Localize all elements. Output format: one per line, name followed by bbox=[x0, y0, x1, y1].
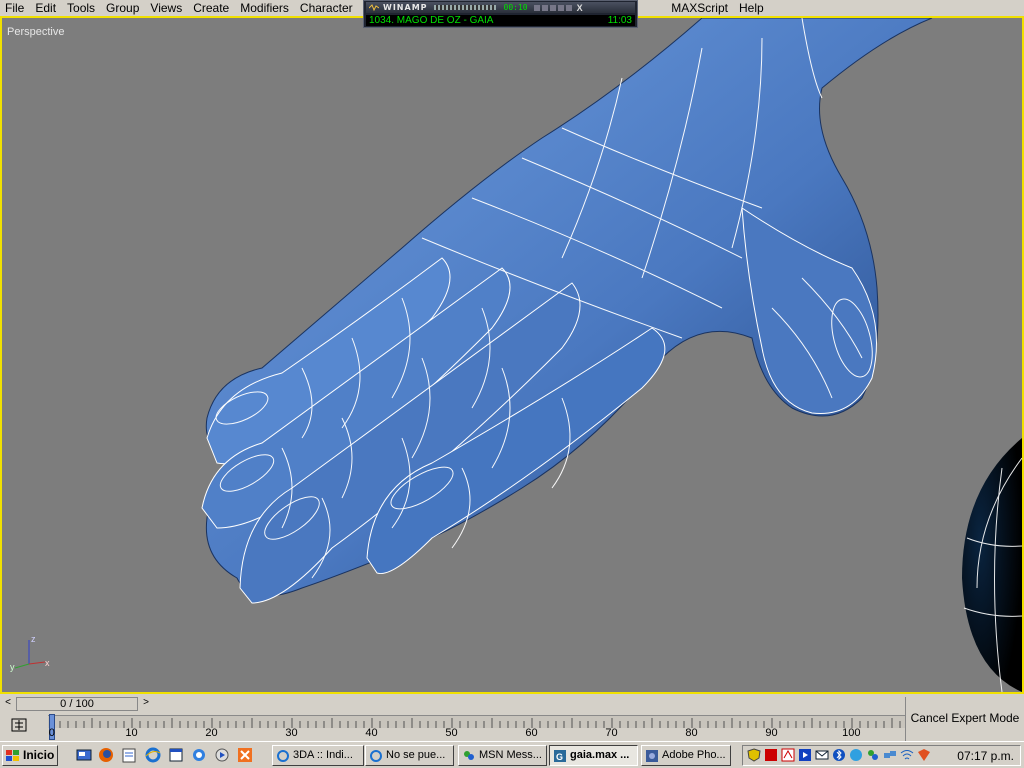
winamp-controls bbox=[533, 4, 574, 11]
axis-x-label: x bbox=[45, 658, 50, 668]
winamp-track-duration: 11:03 bbox=[607, 15, 632, 26]
winamp-player[interactable]: WINAMP 00:10 X 1034. MAGO DE OZ - GAIA 1… bbox=[363, 0, 638, 28]
time-slider: < 0 / 100 > bbox=[0, 695, 905, 713]
start-label: Inicio bbox=[23, 748, 55, 762]
3dsmax-icon: G bbox=[554, 749, 566, 762]
tray-security-icon[interactable] bbox=[917, 748, 931, 762]
time-slider-next-button[interactable]: > bbox=[140, 697, 152, 709]
frame-tick-label: 70 bbox=[605, 727, 618, 739]
menu-tools[interactable]: Tools bbox=[62, 0, 101, 16]
winamp-titlebar[interactable]: WINAMP 00:10 X bbox=[366, 2, 635, 13]
time-slider-thumb[interactable]: 0 / 100 bbox=[16, 697, 138, 711]
winamp-close-button[interactable]: X bbox=[577, 3, 583, 13]
frame-tick-label: 80 bbox=[685, 727, 698, 739]
messenger-icon[interactable] bbox=[191, 747, 207, 763]
play-icon[interactable] bbox=[541, 4, 548, 11]
winamp-logo-icon bbox=[369, 3, 379, 11]
task-3da[interactable]: 3DA :: Indi... bbox=[272, 745, 364, 766]
menu-file[interactable]: File bbox=[0, 0, 30, 16]
tray-network-icon[interactable] bbox=[883, 748, 897, 762]
start-button[interactable]: Inicio bbox=[2, 745, 58, 766]
frame-tick-label: 60 bbox=[525, 727, 538, 739]
frame-tick-label: 10 bbox=[125, 727, 138, 739]
photoshop-icon bbox=[646, 749, 658, 762]
window-icon[interactable] bbox=[168, 747, 184, 763]
firefox-icon[interactable] bbox=[98, 747, 114, 763]
clock: 07:17 p.m. bbox=[957, 749, 1014, 763]
menu-edit[interactable]: Edit bbox=[30, 0, 62, 16]
cancel-expert-mode-button[interactable]: Cancel Expert Mode bbox=[905, 697, 1024, 741]
stop-icon[interactable] bbox=[557, 4, 564, 11]
msn-icon bbox=[464, 750, 474, 760]
menu-create[interactable]: Create bbox=[188, 0, 235, 16]
menu-help[interactable]: Help bbox=[734, 0, 770, 16]
time-slider-prev-button[interactable]: < bbox=[2, 697, 14, 709]
tray-play-icon[interactable] bbox=[798, 748, 812, 762]
system-tray: 07:17 p.m. bbox=[742, 745, 1021, 766]
svg-text:G: G bbox=[556, 752, 563, 762]
menu-views[interactable]: Views bbox=[145, 0, 188, 16]
menu-modifiers[interactable]: Modifiers bbox=[235, 0, 295, 16]
frame-tick-label: 100 bbox=[842, 727, 861, 739]
frame-tick-label: 50 bbox=[445, 727, 458, 739]
frame-tick-label: 90 bbox=[765, 727, 778, 739]
task-msn-messenger[interactable]: MSN Mess... bbox=[458, 745, 547, 766]
axis-tripod-icon: z y x bbox=[10, 634, 50, 672]
menu-character[interactable]: Character bbox=[295, 0, 359, 16]
frame-tick-label: 20 bbox=[205, 727, 218, 739]
task-label: No se pue... bbox=[386, 749, 446, 761]
taskbar: Inicio 3DA :: Indi... No se pue... MSN M… bbox=[0, 741, 1024, 768]
winamp-track-title: 1034. MAGO DE OZ - GAIA bbox=[369, 15, 494, 26]
next-icon[interactable] bbox=[565, 4, 572, 11]
tray-msn-icon[interactable] bbox=[866, 748, 880, 762]
tray-skype-icon[interactable] bbox=[849, 748, 863, 762]
winamp-time: 00:10 bbox=[503, 3, 528, 12]
ie-icon bbox=[277, 749, 289, 762]
windows-logo-icon bbox=[6, 749, 19, 761]
viewport-label[interactable]: Perspective bbox=[7, 26, 64, 38]
track-bar: 0 10 20 30 40 50 60 70 80 90 100 bbox=[0, 713, 906, 741]
ie-icon bbox=[370, 749, 382, 762]
frame-tick-label: 40 bbox=[365, 727, 378, 739]
task-label: Adobe Pho... bbox=[662, 749, 726, 761]
notepad-icon[interactable] bbox=[121, 747, 137, 763]
menu-maxscript[interactable]: MAXScript bbox=[666, 0, 734, 16]
pause-icon[interactable] bbox=[549, 4, 556, 11]
axis-z-label: z bbox=[31, 634, 36, 644]
task-no-se-puede[interactable]: No se pue... bbox=[365, 745, 454, 766]
task-gaia-max[interactable]: G gaia.max ... bbox=[549, 745, 638, 766]
media-icon[interactable] bbox=[214, 747, 230, 763]
task-label: gaia.max ... bbox=[570, 749, 630, 761]
hand-mesh[interactable] bbox=[2, 18, 1022, 692]
frame-tick-label: 0 bbox=[48, 727, 55, 739]
perspective-viewport[interactable]: Perspective z y x bbox=[0, 16, 1024, 694]
tray-mail-icon[interactable] bbox=[815, 748, 829, 762]
task-label: 3DA :: Indi... bbox=[293, 749, 353, 761]
menu-group[interactable]: Group bbox=[101, 0, 145, 16]
winamp-title: WINAMP bbox=[383, 3, 428, 12]
tray-acrobat-icon[interactable] bbox=[764, 748, 778, 762]
winamp-volume-slider[interactable] bbox=[433, 5, 496, 10]
prev-icon[interactable] bbox=[533, 4, 540, 11]
tray-reader-icon[interactable] bbox=[781, 748, 795, 762]
task-adobe-photoshop[interactable]: Adobe Pho... bbox=[641, 745, 731, 766]
winamp-track-display: 1034. MAGO DE OZ - GAIA 11:03 bbox=[366, 15, 635, 26]
ie-icon[interactable] bbox=[145, 747, 161, 763]
tray-bluetooth-icon[interactable] bbox=[832, 748, 846, 762]
curve-editor-icon[interactable] bbox=[8, 717, 32, 735]
task-label: MSN Mess... bbox=[479, 749, 542, 761]
axis-y-label: y bbox=[10, 662, 15, 672]
show-desktop-icon[interactable] bbox=[76, 747, 92, 763]
tray-shield-icon[interactable] bbox=[747, 748, 761, 762]
frame-tick-label: 30 bbox=[285, 727, 298, 739]
xampp-icon[interactable] bbox=[237, 747, 253, 763]
tray-wifi-icon[interactable] bbox=[900, 748, 914, 762]
